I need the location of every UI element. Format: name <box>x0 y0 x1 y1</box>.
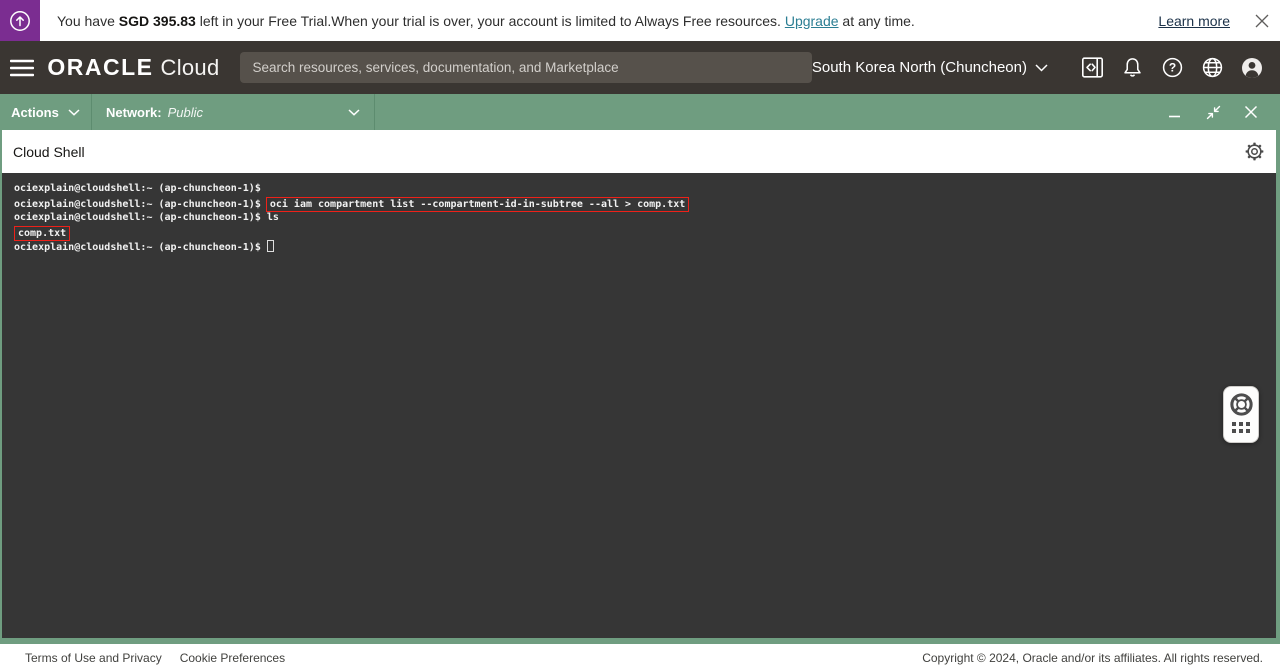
close-icon <box>1243 104 1259 120</box>
top-nav-header: ORACLE Cloud South Korea North (Chuncheo… <box>0 41 1280 94</box>
terminal-output-area[interactable]: ociexplain@cloudshell:~ (ap-chuncheon-1)… <box>2 173 1276 638</box>
notifications-bell-icon <box>1121 56 1144 79</box>
shell-prompt: ociexplain@cloudshell:~ (ap-chuncheon-1)… <box>14 242 261 253</box>
language-globe-icon <box>1201 56 1224 79</box>
terminal-cursor <box>267 240 274 252</box>
actions-label: Actions <box>11 105 59 120</box>
trial-amount: SGD 395.83 <box>119 13 196 29</box>
upgrade-link[interactable]: Upgrade <box>785 13 839 29</box>
cloud-shell-titlebar: Cloud Shell <box>2 130 1276 173</box>
cloud-shell-toolbar: Actions Network: Public <box>0 94 1280 130</box>
hamburger-icon <box>10 59 34 77</box>
trial-message-suffix: at any time. <box>839 13 915 29</box>
shell-prompt: ociexplain@cloudshell:~ (ap-chuncheon-1)… <box>14 199 261 210</box>
terminal-line: ociexplain@cloudshell:~ (ap-chuncheon-1)… <box>14 182 1264 197</box>
help-button[interactable]: ? <box>1152 48 1192 88</box>
hamburger-menu-button[interactable] <box>2 48 41 88</box>
logo-cloud-text: Cloud <box>161 55 220 81</box>
notifications-button[interactable] <box>1112 48 1152 88</box>
floating-help-widget <box>1223 386 1259 443</box>
chevron-down-icon <box>68 109 80 116</box>
terms-privacy-link[interactable]: Terms of Use and Privacy <box>25 651 162 665</box>
user-avatar-icon <box>1240 56 1264 80</box>
search-input[interactable] <box>240 52 811 83</box>
support-life-ring-icon[interactable] <box>1229 392 1254 417</box>
developer-tools-button[interactable] <box>1072 48 1112 88</box>
logo-oracle-text: ORACLE <box>47 54 153 81</box>
highlighted-command: oci iam compartment list --compartment-i… <box>266 197 689 212</box>
trial-message-mid: left in your Free Trial.When your trial … <box>196 13 785 29</box>
free-trial-banner: You have SGD 395.83 left in your Free Tr… <box>0 0 1280 41</box>
shell-settings-button[interactable] <box>1237 135 1271 169</box>
trial-message-prefix: You have <box>57 13 119 29</box>
restore-button[interactable] <box>1194 94 1232 130</box>
chevron-down-icon <box>348 109 360 116</box>
gear-icon <box>1245 142 1264 161</box>
developer-tools-icon <box>1081 56 1104 79</box>
close-icon <box>1255 14 1269 28</box>
terminal-line: ociexplain@cloudshell:~ (ap-chuncheon-1)… <box>14 211 1264 226</box>
cloud-shell-panel: Cloud Shell <box>0 130 1280 644</box>
upgrade-badge <box>0 0 40 41</box>
cloud-shell-title: Cloud Shell <box>13 144 85 160</box>
page-footer: Terms of Use and Privacy Cookie Preferen… <box>0 644 1280 672</box>
language-button[interactable] <box>1192 48 1232 88</box>
chevron-down-icon <box>1035 64 1048 72</box>
actions-dropdown[interactable]: Actions <box>0 94 92 130</box>
network-value: Public <box>168 105 203 120</box>
shell-prompt: ociexplain@cloudshell:~ (ap-chuncheon-1)… <box>14 183 261 194</box>
copyright-text: Copyright © 2024, Oracle and/or its affi… <box>922 651 1263 665</box>
oracle-cloud-console: You have SGD 395.83 left in your Free Tr… <box>0 0 1280 672</box>
collapse-arrows-icon <box>1205 104 1222 121</box>
ls-command: ls <box>267 212 279 223</box>
help-icon: ? <box>1161 56 1184 79</box>
terminal-line: ociexplain@cloudshell:~ (ap-chuncheon-1)… <box>14 240 1264 255</box>
dragbar-handle[interactable] <box>375 94 1156 130</box>
region-selector[interactable]: South Korea North (Chuncheon) <box>812 59 1048 76</box>
trial-message: You have SGD 395.83 left in your Free Tr… <box>57 13 915 29</box>
terminal-line: comp.txt <box>14 226 1264 241</box>
shell-window-controls <box>1156 94 1270 130</box>
terminal-line: ociexplain@cloudshell:~ (ap-chuncheon-1)… <box>14 197 1264 212</box>
profile-button[interactable] <box>1232 48 1272 88</box>
network-dropdown[interactable]: Network: Public <box>92 94 375 130</box>
svg-text:?: ? <box>1168 61 1175 75</box>
header-icon-row: ? <box>1072 48 1272 88</box>
network-label: Network: <box>106 105 162 120</box>
banner-close-button[interactable] <box>1252 11 1272 31</box>
region-label: South Korea North (Chuncheon) <box>812 59 1027 76</box>
learn-more-link[interactable]: Learn more <box>1158 13 1230 29</box>
circle-up-arrow-icon <box>8 9 32 33</box>
highlighted-output-file: comp.txt <box>14 226 70 241</box>
shell-prompt: ociexplain@cloudshell:~ (ap-chuncheon-1)… <box>14 212 261 223</box>
app-launcher-dots-icon[interactable] <box>1232 422 1250 433</box>
minimize-icon <box>1167 104 1183 120</box>
cookie-preferences-link[interactable]: Cookie Preferences <box>180 651 285 665</box>
oracle-cloud-logo[interactable]: ORACLE Cloud <box>47 54 219 81</box>
shell-close-button[interactable] <box>1232 94 1270 130</box>
minimize-button[interactable] <box>1156 94 1194 130</box>
